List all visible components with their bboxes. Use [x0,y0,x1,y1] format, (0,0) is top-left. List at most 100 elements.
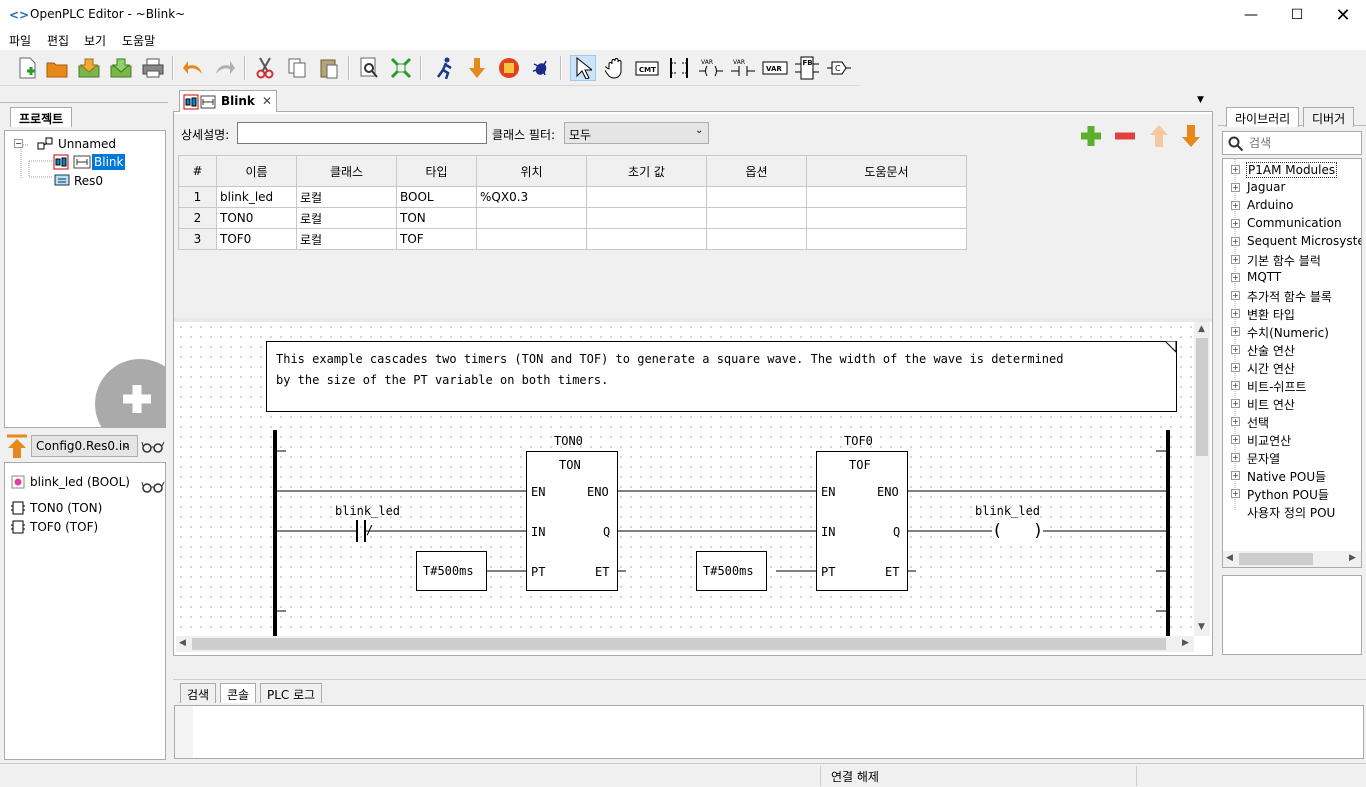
plus-icon [121,383,153,415]
tof-function-block[interactable]: TOF EN ENO IN Q PT ET [816,451,908,591]
chevron-down-icon: ⌄ [122,440,131,451]
column-header-number[interactable]: # [178,155,217,187]
add-variable-icon[interactable] [1080,125,1102,147]
close-tab-icon[interactable]: ✕ [262,94,272,108]
app-icon: <> [9,8,30,22]
library-search-input[interactable] [1249,134,1359,152]
new-file-icon[interactable] [14,55,40,81]
tree-root-unnamed[interactable]: Unnamed [58,137,116,151]
column-header-type[interactable]: 타입 [396,155,477,187]
column-header-option[interactable]: 옵션 [706,155,807,187]
library-search-box[interactable] [1222,131,1362,155]
select-pointer-icon[interactable] [570,55,596,81]
description-input[interactable] [237,122,487,144]
chevron-down-icon: ⌄ [695,125,704,136]
run-icon[interactable] [432,55,458,81]
tab-project[interactable]: 프로젝트 [10,107,73,127]
tab-list-dropdown-icon[interactable]: ▼ [1197,95,1204,105]
debug-var-blink-led[interactable]: blink_led (BOOL) [30,475,130,489]
tab-debugger[interactable]: 디버거 [1303,107,1355,127]
column-header-name[interactable]: 이름 [216,155,297,187]
column-header-initial[interactable]: 초기 값 [586,155,707,187]
minimize-button[interactable]: — [1228,0,1274,30]
power-rail-tool-icon[interactable] [666,55,692,81]
library-tree: + P1AM Modules + Jaguar + Arduino + Communic… [1222,158,1362,568]
transfer-icon[interactable] [464,55,490,81]
open-folder-icon[interactable] [44,55,70,81]
variable-table: # 이름 클래스 타입 위치 초기 값 옵션 도움문서 1 blink_led … [178,155,967,250]
tab-library[interactable]: 라이브러리 [1226,107,1300,127]
close-button[interactable]: ✕ [1320,0,1366,30]
tree-item-blink[interactable]: Blink [92,154,126,170]
tab-console[interactable]: 콘솔 [220,683,257,703]
library-horizontal-scrollbar[interactable]: ◀ ▶ [1223,551,1361,567]
column-header-doc[interactable]: 도움문서 [806,155,967,187]
ton-pt-variable[interactable]: T#500ms [416,551,487,591]
output-coil[interactable]: ( ) [992,521,1044,541]
glasses-icon[interactable] [141,480,165,497]
table-row[interactable]: 3 TOF0 로컬 TOF [178,228,967,250]
class-filter-select[interactable]: 모두 ⌄ [564,122,709,144]
left-power-rail[interactable] [273,430,277,636]
console-output[interactable] [174,705,1364,759]
copy-icon[interactable] [284,55,310,81]
menu-edit[interactable]: 편집 [47,32,69,49]
pou-icon [53,154,71,170]
pan-hand-icon[interactable] [602,55,628,81]
contact-negation-symbol: / [366,523,374,537]
debug-var-tof0[interactable]: TOF0 (TOF) [30,520,98,534]
remove-variable-icon[interactable] [1114,125,1136,147]
move-up-icon[interactable] [1148,124,1170,148]
debug-var-ton0[interactable]: TON0 (TON) [30,501,102,515]
negated-contact[interactable] [356,520,366,542]
glasses-icon[interactable] [141,440,165,457]
connection-tool-icon[interactable]: C [826,55,852,81]
preview-icon[interactable] [356,55,382,81]
column-header-class[interactable]: 클래스 [296,155,397,187]
project-icon [37,137,53,151]
function-block-icon [11,520,25,534]
ton-function-block[interactable]: TON EN ENO IN Q PT ET [526,451,618,591]
save-as-icon[interactable] [108,55,134,81]
cut-icon[interactable] [252,55,278,81]
paste-icon[interactable] [316,55,342,81]
title-bar: <> OpenPLC Editor - ~Blink~ — ☐ ✕ [0,0,1366,30]
contact-variable-name: blink_led [335,504,401,518]
menu-view[interactable]: 보기 [84,32,106,49]
redo-icon[interactable] [212,55,238,81]
contact-tool-icon[interactable]: VAR [730,55,756,81]
tab-blink[interactable]: Blink ✕ [179,90,277,112]
tree-item-res0[interactable]: Res0 [74,174,103,188]
tree-collapse-toggle[interactable]: − [14,139,23,148]
table-row[interactable]: 1 blink_led 로컬 BOOL %QX0.3 [178,186,967,208]
search-icon [1228,136,1244,152]
print-icon[interactable] [140,55,166,81]
menu-file[interactable]: 파일 [9,32,31,49]
variable-tool-icon[interactable]: VAR [762,55,788,81]
bool-variable-icon [11,475,25,489]
coil-variable-name: blink_led [975,504,1041,518]
fullscreen-icon[interactable] [388,55,414,81]
stop-icon[interactable] [496,55,522,81]
ladder-diagram-canvas[interactable]: This example cascades two timers (TON an… [176,322,1194,636]
comment-tool-icon[interactable]: CMT [634,55,660,81]
ladder-horizontal-scrollbar[interactable]: ◀ ▶ [176,636,1194,652]
coil-tool-icon[interactable]: VAR [698,55,724,81]
function-block-tool-icon[interactable]: FB [794,55,820,81]
table-row[interactable]: 2 TON0 로컬 TON [178,207,967,229]
menu-help[interactable]: 도움말 [122,32,155,49]
undo-icon[interactable] [180,55,206,81]
column-header-location[interactable]: 위치 [476,155,587,187]
pou-ld-icon [183,94,217,110]
maximize-button[interactable]: ☐ [1274,0,1320,30]
ladder-wires [276,450,1166,612]
save-icon[interactable] [76,55,102,81]
move-down-icon[interactable] [1180,124,1202,148]
right-power-rail[interactable] [1166,430,1170,636]
debug-icon[interactable] [528,55,554,81]
tab-search[interactable]: 검색 [180,683,217,703]
tof-pt-variable[interactable]: T#500ms [696,551,767,591]
tab-plc-log[interactable]: PLC 로그 [260,683,323,703]
ladder-vertical-scrollbar[interactable]: ▲ ▼ [1194,322,1210,636]
upload-arrow-icon[interactable] [5,434,29,458]
